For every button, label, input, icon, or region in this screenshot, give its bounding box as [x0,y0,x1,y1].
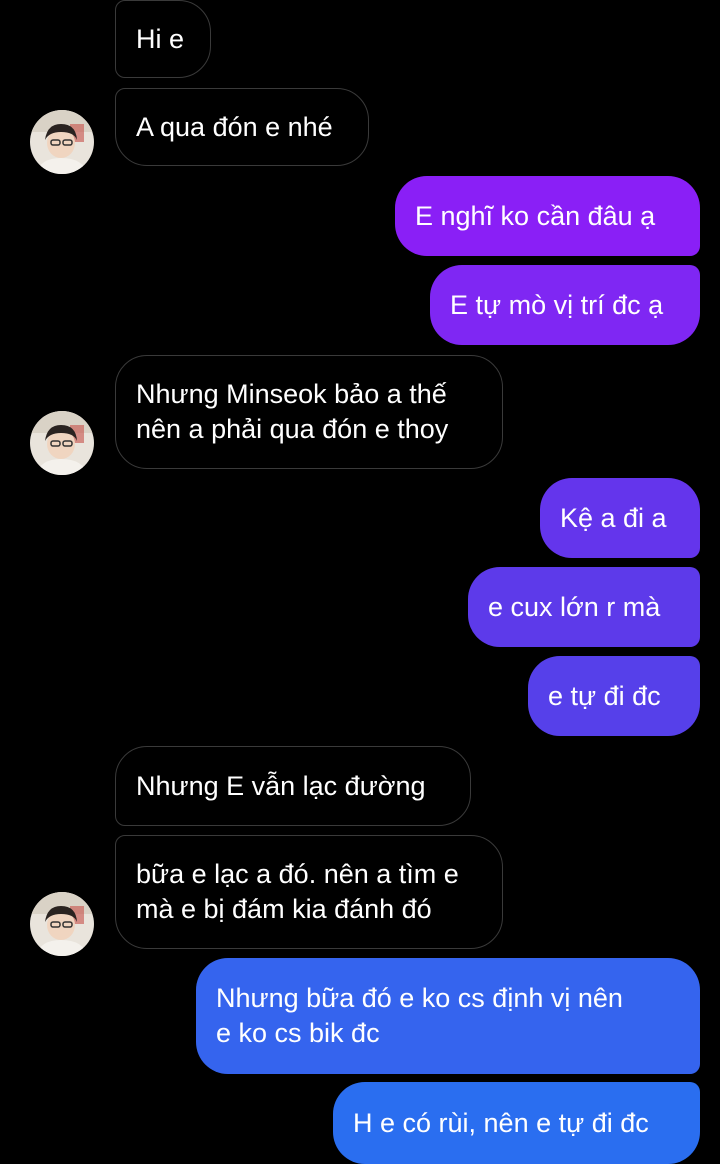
contact-avatar[interactable] [30,110,94,174]
message-text: A qua đón e nhé [136,111,333,142]
incoming-message-bubble[interactable]: Nhưng Minseok bảo a thế nên a phải qua đ… [115,355,503,469]
contact-avatar[interactable] [30,411,94,475]
outgoing-message-bubble[interactable]: e cux lớn r mà [468,567,700,647]
outgoing-message-bubble[interactable]: e tự đi đc [528,656,700,736]
message-text: H e có rùi, nên e tự đi đc [353,1107,649,1138]
incoming-message-bubble[interactable]: Hi e [115,0,211,78]
incoming-message-bubble[interactable]: bữa e lạc a đó. nên a tìm e mà e bị đám … [115,835,503,949]
outgoing-message-bubble[interactable]: E tự mò vị trí đc ạ [430,265,700,345]
message-text: E nghĩ ko cần đâu ạ [415,200,656,231]
outgoing-message-bubble[interactable]: E nghĩ ko cần đâu ạ [395,176,700,256]
message-text: Nhưng bữa đó e ko cs định vị nên e ko cs… [216,983,623,1048]
message-text: e cux lớn r mà [488,591,661,622]
outgoing-message-bubble[interactable]: Kệ a đi a [540,478,700,558]
message-thread: Hi e A qua đón e nhé E nghĩ ko cần đâu ạ… [0,0,720,1164]
incoming-message-bubble[interactable]: A qua đón e nhé [115,88,369,166]
avatar-photo-icon [30,411,94,475]
avatar-photo-icon [30,892,94,956]
message-text: Nhưng Minseok bảo a thế nên a phải qua đ… [136,379,449,444]
message-text: bữa e lạc a đó. nên a tìm e mà e bị đám … [136,859,459,924]
contact-avatar[interactable] [30,892,94,956]
outgoing-message-bubble[interactable]: Nhưng bữa đó e ko cs định vị nên e ko cs… [196,958,700,1074]
avatar-photo-icon [30,110,94,174]
incoming-message-bubble[interactable]: Nhưng E vẫn lạc đường [115,746,471,826]
outgoing-message-bubble[interactable]: H e có rùi, nên e tự đi đc [333,1082,700,1164]
message-text: Hi e [136,23,185,54]
message-text: Nhưng E vẫn lạc đường [136,770,426,801]
message-text: Kệ a đi a [560,502,667,533]
message-text: e tự đi đc [548,680,661,711]
message-text: E tự mò vị trí đc ạ [450,289,664,320]
